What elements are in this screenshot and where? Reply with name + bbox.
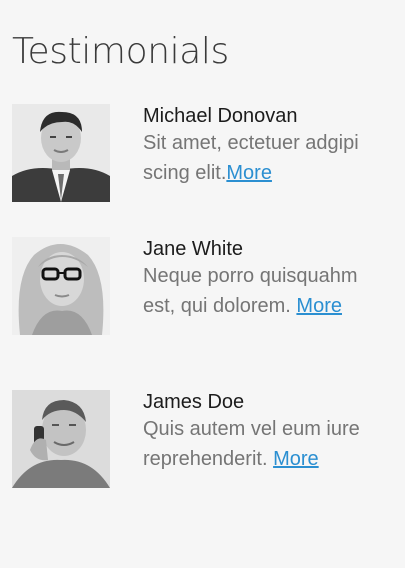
more-link[interactable]: More (273, 448, 319, 470)
testimonial-name: Jane White (143, 238, 244, 260)
testimonial-name: Michael Donovan (143, 105, 298, 127)
more-link[interactable]: More (296, 295, 342, 317)
testimonial-name: James Doe (143, 391, 245, 413)
more-link[interactable]: More (226, 162, 272, 184)
testimonial-text: Neque porro quisquahm est, qui dolorem. … (143, 261, 383, 321)
testimonial-quote: Quis autem vel eum iure reprehenderit. (143, 418, 360, 470)
testimonial-text: Sit amet, ectetuer adgipi scing elit.Mor… (143, 128, 383, 188)
avatar-man-in-suit (12, 104, 110, 202)
testimonial-text: Quis autem vel eum iure reprehenderit. M… (143, 414, 383, 474)
avatar-man-on-phone (12, 390, 110, 488)
page-title: Testimonials (12, 31, 229, 72)
avatar-woman-with-glasses (12, 237, 110, 335)
